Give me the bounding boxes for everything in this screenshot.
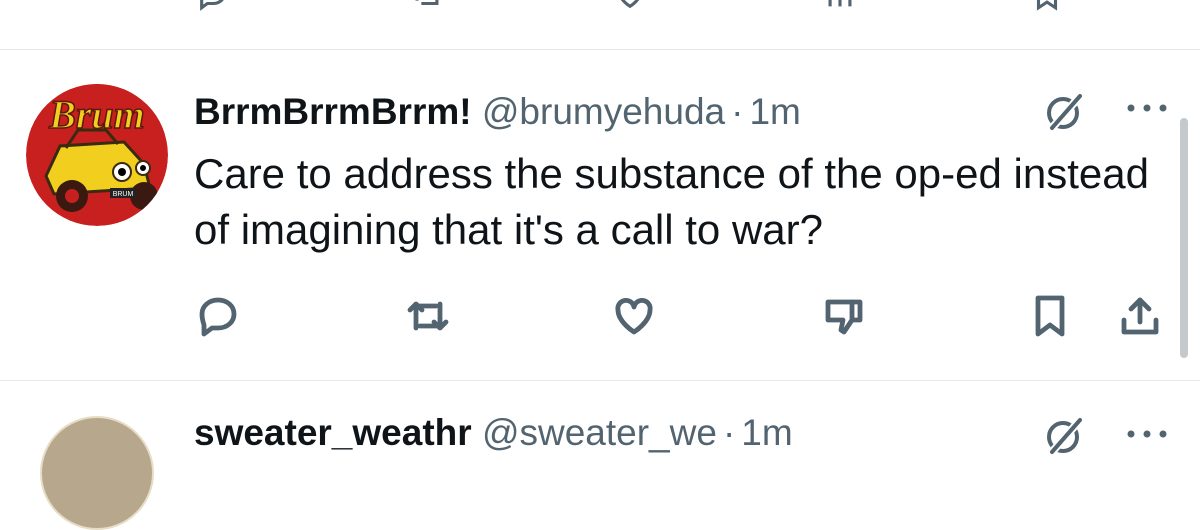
reply-icon[interactable] — [196, 0, 230, 12]
next-separator-dot: · — [722, 412, 736, 453]
like-button[interactable] — [608, 290, 660, 342]
retweet-icon[interactable] — [410, 0, 444, 12]
handle[interactable]: @brumyehuda — [482, 91, 725, 132]
bookmark-icon[interactable] — [1030, 0, 1064, 12]
next-tweet-avatar[interactable] — [40, 416, 154, 530]
more-options-icon[interactable] — [1124, 100, 1170, 116]
timestamp[interactable]: 1m — [749, 91, 800, 132]
next-timestamp[interactable]: 1m — [741, 412, 792, 453]
next-handle[interactable]: @sweater_we — [482, 412, 717, 453]
separator-dot: · — [731, 91, 744, 132]
divider-bottom — [0, 380, 1200, 381]
analytics-icon[interactable] — [823, 0, 857, 12]
next-tweet-header: sweater_weathr @sweater_we · 1m — [194, 408, 793, 458]
avatar[interactable]: Brum BRUM — [26, 84, 168, 226]
brum-logo-avatar: Brum BRUM — [26, 84, 168, 226]
divider-top — [0, 49, 1200, 50]
tweet-header: BrrmBrrmBrrm! @brumyehuda · 1m — [194, 87, 801, 137]
grok-icon[interactable] — [1042, 90, 1086, 134]
like-icon — [615, 297, 653, 335]
scrollbar[interactable] — [1180, 118, 1188, 358]
display-name[interactable]: BrrmBrrmBrrm! — [194, 91, 472, 132]
retweet-button[interactable] — [402, 290, 454, 342]
next-display-name[interactable]: sweater_weathr — [194, 412, 472, 453]
like-icon[interactable] — [613, 0, 647, 12]
tweet-text: Care to address the substance of the op-… — [194, 150, 1149, 253]
reply-button[interactable] — [192, 290, 244, 342]
dislike-icon — [825, 299, 863, 335]
previous-tweet-actions — [0, 0, 1200, 12]
dislike-button[interactable] — [818, 290, 870, 342]
reply-icon — [199, 297, 237, 337]
bookmark-button[interactable] — [1024, 290, 1076, 342]
avatar-plate-text: BRUM — [113, 191, 134, 198]
share-button[interactable] — [1114, 290, 1166, 342]
share-icon — [1121, 297, 1159, 335]
bookmark-icon — [1035, 295, 1065, 337]
retweet-icon — [407, 301, 449, 331]
next-grok-icon[interactable] — [1042, 414, 1086, 458]
